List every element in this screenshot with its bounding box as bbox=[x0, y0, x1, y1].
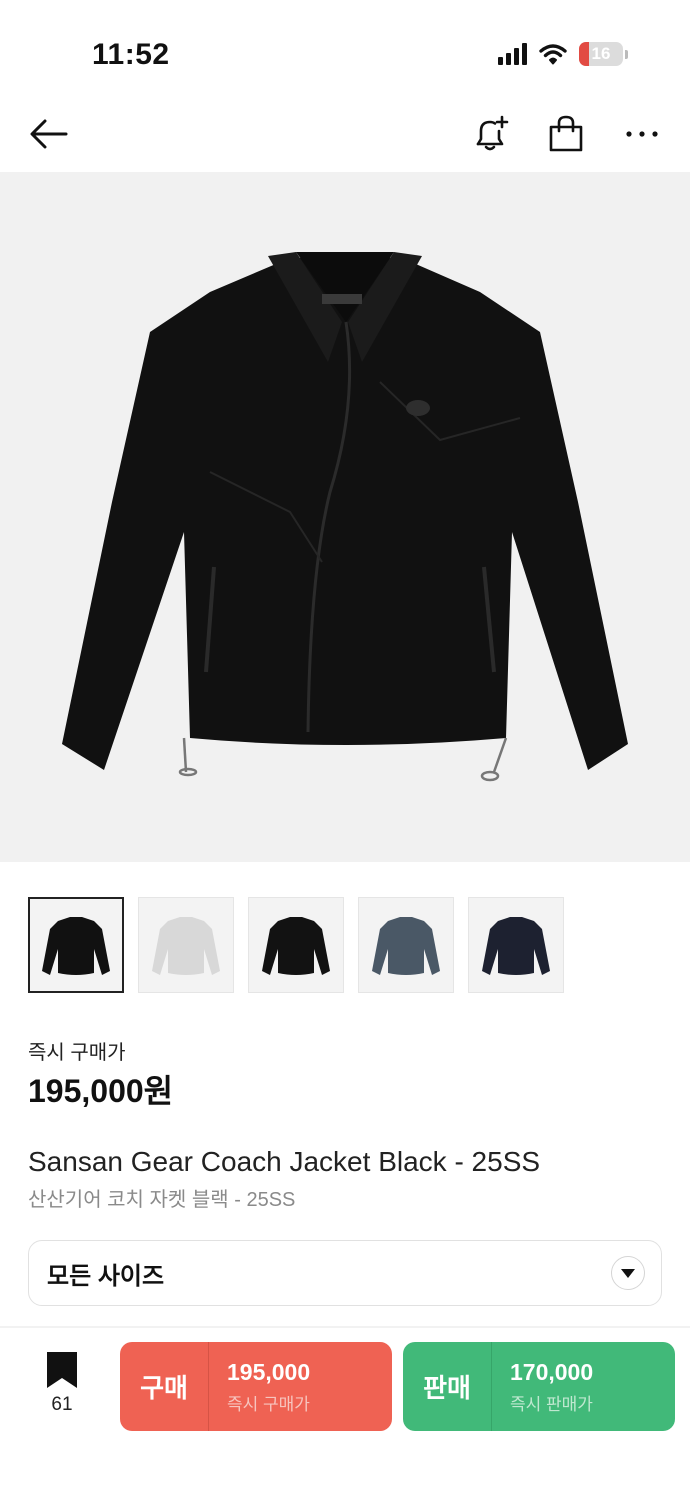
buy-info: 195,000 즉시 구매가 bbox=[209, 1359, 310, 1415]
status-time: 11:52 bbox=[92, 38, 170, 71]
chevron-down-icon bbox=[611, 1256, 645, 1290]
back-arrow-icon bbox=[30, 119, 68, 149]
bookmark-button[interactable]: 61 bbox=[36, 1352, 88, 1416]
buy-price: 195,000 bbox=[227, 1358, 311, 1385]
buy-label: 구매 bbox=[140, 1373, 188, 1403]
back-button[interactable] bbox=[24, 110, 72, 158]
product-image[interactable] bbox=[0, 172, 690, 862]
thumbnail-4[interactable] bbox=[358, 897, 454, 993]
sell-info: 170,000 즉시 판매가 bbox=[492, 1359, 593, 1415]
product-title: Sansan Gear Coach Jacket Black - 25SS bbox=[28, 1146, 541, 1177]
status-bar: 11:52 16 bbox=[0, 0, 690, 100]
thumbnail-jacket-image bbox=[482, 917, 550, 975]
sell-sub-label: 즉시 판매가 bbox=[510, 1394, 593, 1414]
price-label: 즉시 구매가 bbox=[28, 1042, 126, 1064]
buy-sub-label: 즉시 구매가 bbox=[227, 1394, 310, 1414]
top-nav bbox=[0, 100, 690, 172]
thumbnail-2[interactable] bbox=[138, 897, 234, 993]
thumbnail-jacket-image bbox=[262, 917, 330, 975]
more-icon bbox=[626, 131, 658, 137]
price-value: 195,000원 bbox=[28, 1073, 174, 1109]
more-button[interactable] bbox=[618, 110, 666, 158]
cellular-signal-icon bbox=[498, 43, 527, 65]
thumbnail-jacket-image bbox=[372, 917, 440, 975]
cart-button[interactable] bbox=[542, 110, 590, 158]
thumbnail-jacket-image bbox=[152, 917, 220, 975]
product-subtitle: 산산기어 코치 자켓 블랙 - 25SS bbox=[28, 1189, 296, 1211]
shopping-bag-icon bbox=[549, 115, 583, 152]
status-icons: 16 bbox=[498, 42, 628, 66]
thumbnail-3[interactable] bbox=[248, 897, 344, 993]
notification-add-button[interactable] bbox=[466, 110, 514, 158]
size-label: 모든 사이즈 bbox=[47, 1262, 165, 1290]
thumbnail-5[interactable] bbox=[468, 897, 564, 993]
battery-level: 16 bbox=[591, 44, 611, 63]
thumbnail-strip bbox=[28, 897, 564, 993]
size-selector[interactable]: 모든 사이즈 bbox=[28, 1240, 662, 1306]
battery-icon: 16 bbox=[579, 42, 623, 66]
buy-button[interactable]: 구매 195,000 즉시 구매가 bbox=[120, 1342, 392, 1431]
wifi-icon bbox=[539, 44, 567, 65]
thumbnail-1[interactable] bbox=[28, 897, 124, 993]
thumbnail-jacket-image bbox=[42, 917, 110, 975]
sell-price: 170,000 bbox=[510, 1358, 594, 1385]
sell-label: 판매 bbox=[423, 1373, 471, 1403]
jacket-image bbox=[62, 252, 628, 782]
sell-button[interactable]: 판매 170,000 즉시 판매가 bbox=[403, 1342, 675, 1431]
bell-plus-icon bbox=[476, 115, 509, 151]
bookmark-count: 61 bbox=[51, 1394, 73, 1415]
divider bbox=[0, 1326, 690, 1328]
bookmark-icon bbox=[47, 1352, 77, 1388]
